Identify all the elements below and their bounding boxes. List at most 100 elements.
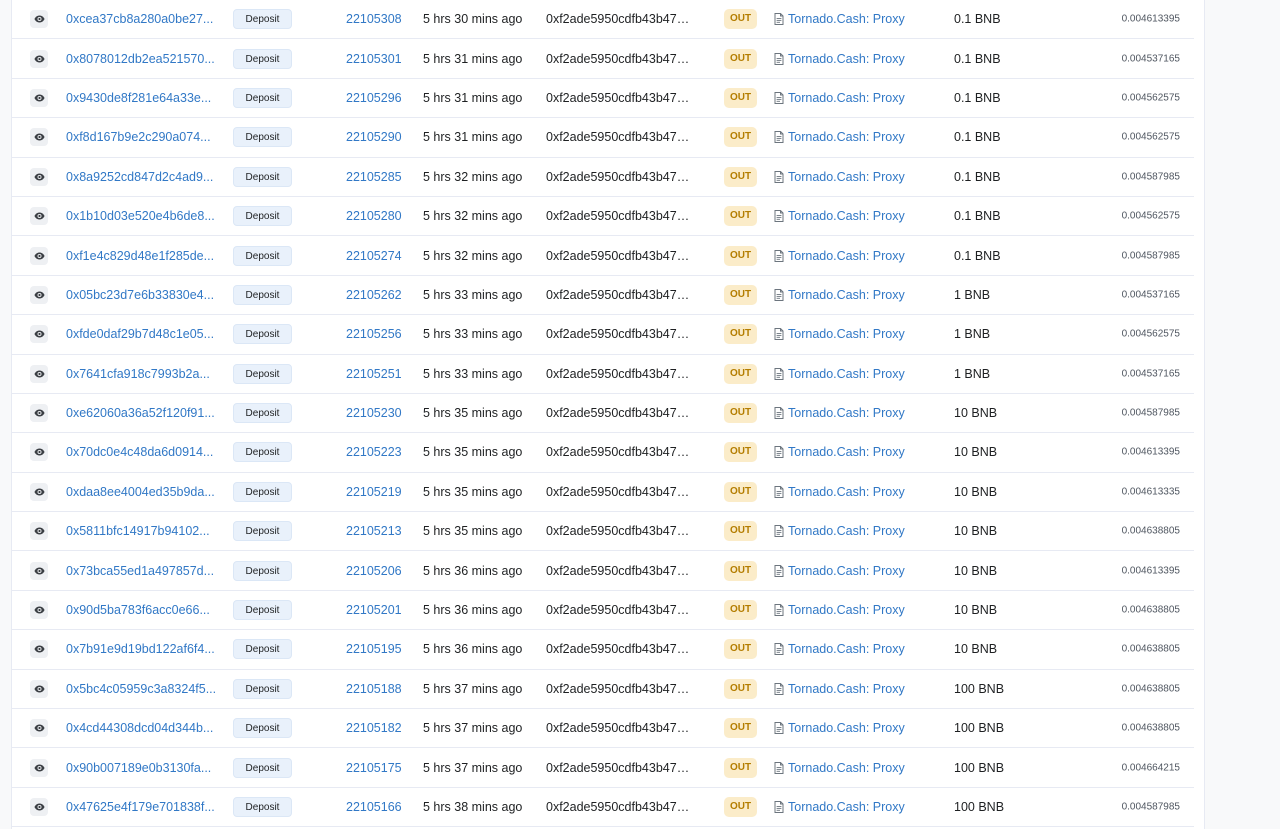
block-number-link[interactable]: 22105251: [346, 367, 402, 381]
eye-icon[interactable]: [30, 758, 48, 777]
tx-hash-link[interactable]: 0x4cd44308dcd04d344b...: [66, 721, 218, 735]
table-row: 0xf1e4c829d48e1f285de... Deposit 2210527…: [11, 236, 1194, 276]
block-number-link[interactable]: 22105280: [346, 209, 402, 223]
tx-hash-link[interactable]: 0xdaa8ee4004ed35b9da...: [66, 485, 218, 499]
tx-hash-link[interactable]: 0xf8d167b9e2c290a074...: [66, 130, 218, 144]
eye-icon[interactable]: [30, 798, 48, 816]
block-number-link[interactable]: 22105175: [346, 761, 402, 775]
contract-document-icon: [774, 722, 784, 735]
to-contract-link[interactable]: Tornado.Cash: Proxy: [774, 721, 905, 735]
to-contract-link[interactable]: Tornado.Cash: Proxy: [774, 249, 905, 263]
tx-fee: 0.004562575: [1121, 210, 1180, 222]
tx-hash-link[interactable]: 0x8a9252cd847d2c4ad9...: [66, 170, 218, 184]
tx-hash-link[interactable]: 0xf1e4c829d48e1f285de...: [66, 249, 218, 263]
block-number-link[interactable]: 22105219: [346, 485, 402, 499]
tx-hash-link[interactable]: 0xfde0daf29b7d48c1e05...: [66, 327, 218, 341]
block-number-link[interactable]: 22105230: [346, 406, 402, 420]
tx-fee: 0.004664215: [1121, 762, 1180, 774]
to-contract-link[interactable]: Tornado.Cash: Proxy: [774, 12, 905, 26]
eye-icon[interactable]: [30, 601, 48, 620]
to-contract-link[interactable]: Tornado.Cash: Proxy: [774, 682, 905, 696]
eye-icon[interactable]: [30, 482, 48, 501]
tx-hash-link[interactable]: 0x7b91e9d19bd122af6f4...: [66, 642, 218, 656]
to-contract-link[interactable]: Tornado.Cash: Proxy: [774, 130, 905, 144]
tx-hash-link[interactable]: 0xe62060a36a52f120f91...: [66, 406, 218, 420]
eye-icon[interactable]: [30, 49, 48, 68]
tx-hash-link[interactable]: 0x47625e4f179e701838f...: [66, 800, 218, 814]
block-number-link[interactable]: 22105296: [346, 91, 402, 105]
to-contract-link[interactable]: Tornado.Cash: Proxy: [774, 761, 905, 775]
eye-icon[interactable]: [30, 679, 48, 698]
eye-icon[interactable]: [30, 522, 48, 541]
direction-badge: OUT: [724, 127, 757, 148]
block-number-link[interactable]: 22105182: [346, 721, 402, 735]
tx-hash-link[interactable]: 0x5811bfc14917b94102...: [66, 524, 218, 538]
to-contract-link[interactable]: Tornado.Cash: Proxy: [774, 91, 905, 105]
table-row: 0xfde0daf29b7d48c1e05... Deposit 2210525…: [11, 315, 1194, 355]
tx-value: 10 BNB: [954, 445, 998, 460]
tx-hash-link[interactable]: 0x8078012db2ea521570...: [66, 52, 218, 66]
block-number-link[interactable]: 22105308: [346, 12, 402, 26]
to-contract-link[interactable]: Tornado.Cash: Proxy: [774, 485, 905, 499]
eye-icon[interactable]: [30, 207, 48, 226]
block-number-link[interactable]: 22105285: [346, 170, 402, 184]
to-contract-link[interactable]: Tornado.Cash: Proxy: [774, 524, 905, 538]
eye-icon[interactable]: [30, 719, 48, 738]
block-number-link[interactable]: 22105274: [346, 249, 402, 263]
block-number-link[interactable]: 22105290: [346, 130, 402, 144]
from-address: 0xf2ade5950cdfb43b47f...: [546, 681, 690, 696]
block-number-link[interactable]: 22105195: [346, 642, 402, 656]
eye-icon[interactable]: [30, 364, 48, 383]
eye-icon[interactable]: [30, 640, 48, 659]
tx-fee: 0.004638805: [1121, 604, 1180, 616]
eye-icon[interactable]: [30, 167, 48, 186]
tx-hash-link[interactable]: 0x73bca55ed1a497857d...: [66, 564, 218, 578]
to-contract-link[interactable]: Tornado.Cash: Proxy: [774, 327, 905, 341]
tx-age: 5 hrs 33 mins ago: [423, 366, 523, 381]
block-number-link[interactable]: 22105201: [346, 603, 402, 617]
tx-hash-link[interactable]: 0x7641cfa918c7993b2a...: [66, 367, 218, 381]
to-contract-link[interactable]: Tornado.Cash: Proxy: [774, 564, 905, 578]
eye-icon[interactable]: [30, 88, 48, 107]
contract-document-icon: [774, 485, 784, 498]
tx-hash-link[interactable]: 0xcea37cb8a280a0be27...: [66, 12, 218, 26]
eye-icon[interactable]: [30, 128, 48, 147]
block-number-link[interactable]: 22105301: [346, 52, 402, 66]
to-contract-link[interactable]: Tornado.Cash: Proxy: [774, 209, 905, 223]
to-contract-link[interactable]: Tornado.Cash: Proxy: [774, 445, 905, 459]
eye-icon[interactable]: [30, 404, 48, 423]
eye-icon[interactable]: [30, 10, 48, 29]
tx-hash-link[interactable]: 0x90d5ba783f6acc0e66...: [66, 603, 218, 617]
to-contract-link[interactable]: Tornado.Cash: Proxy: [774, 170, 905, 184]
block-number-link[interactable]: 22105188: [346, 682, 402, 696]
eye-icon[interactable]: [30, 325, 48, 344]
block-number-link[interactable]: 22105223: [346, 445, 402, 459]
block-number-link[interactable]: 22105262: [346, 288, 402, 302]
to-contract-link[interactable]: Tornado.Cash: Proxy: [774, 406, 905, 420]
eye-icon[interactable]: [30, 285, 48, 304]
block-number-link[interactable]: 22105206: [346, 564, 402, 578]
tx-hash-link[interactable]: 0x9430de8f281e64a33e...: [66, 91, 218, 105]
to-contract-link[interactable]: Tornado.Cash: Proxy: [774, 603, 905, 617]
tx-age: 5 hrs 32 mins ago: [423, 248, 523, 263]
to-contract-link[interactable]: Tornado.Cash: Proxy: [774, 800, 905, 814]
to-contract-link[interactable]: Tornado.Cash: Proxy: [774, 52, 905, 66]
to-contract-link[interactable]: Tornado.Cash: Proxy: [774, 642, 905, 656]
tx-hash-link[interactable]: 0x05bc23d7e6b33830e4...: [66, 288, 218, 302]
eye-icon[interactable]: [30, 561, 48, 580]
to-contract-label: Tornado.Cash: Proxy: [788, 169, 905, 184]
block-number-link[interactable]: 22105166: [346, 800, 402, 814]
tx-hash-link[interactable]: 0x1b10d03e520e4b6de8...: [66, 209, 218, 223]
to-contract-link[interactable]: Tornado.Cash: Proxy: [774, 288, 905, 302]
tx-hash-link[interactable]: 0x90b007189e0b3130fa...: [66, 761, 218, 775]
to-contract-link[interactable]: Tornado.Cash: Proxy: [774, 367, 905, 381]
eye-icon[interactable]: [30, 443, 48, 462]
method-badge: Deposit: [233, 481, 292, 502]
table-row: 0x47625e4f179e701838f... Deposit 2210516…: [11, 788, 1194, 828]
table-row: 0x8078012db2ea521570... Deposit 22105301…: [11, 39, 1194, 79]
block-number-link[interactable]: 22105256: [346, 327, 402, 341]
block-number-link[interactable]: 22105213: [346, 524, 402, 538]
eye-icon[interactable]: [30, 246, 48, 265]
tx-hash-link[interactable]: 0x70dc0e4c48da6d0914...: [66, 445, 218, 459]
tx-hash-link[interactable]: 0x5bc4c05959c3a8324f5...: [66, 682, 218, 696]
